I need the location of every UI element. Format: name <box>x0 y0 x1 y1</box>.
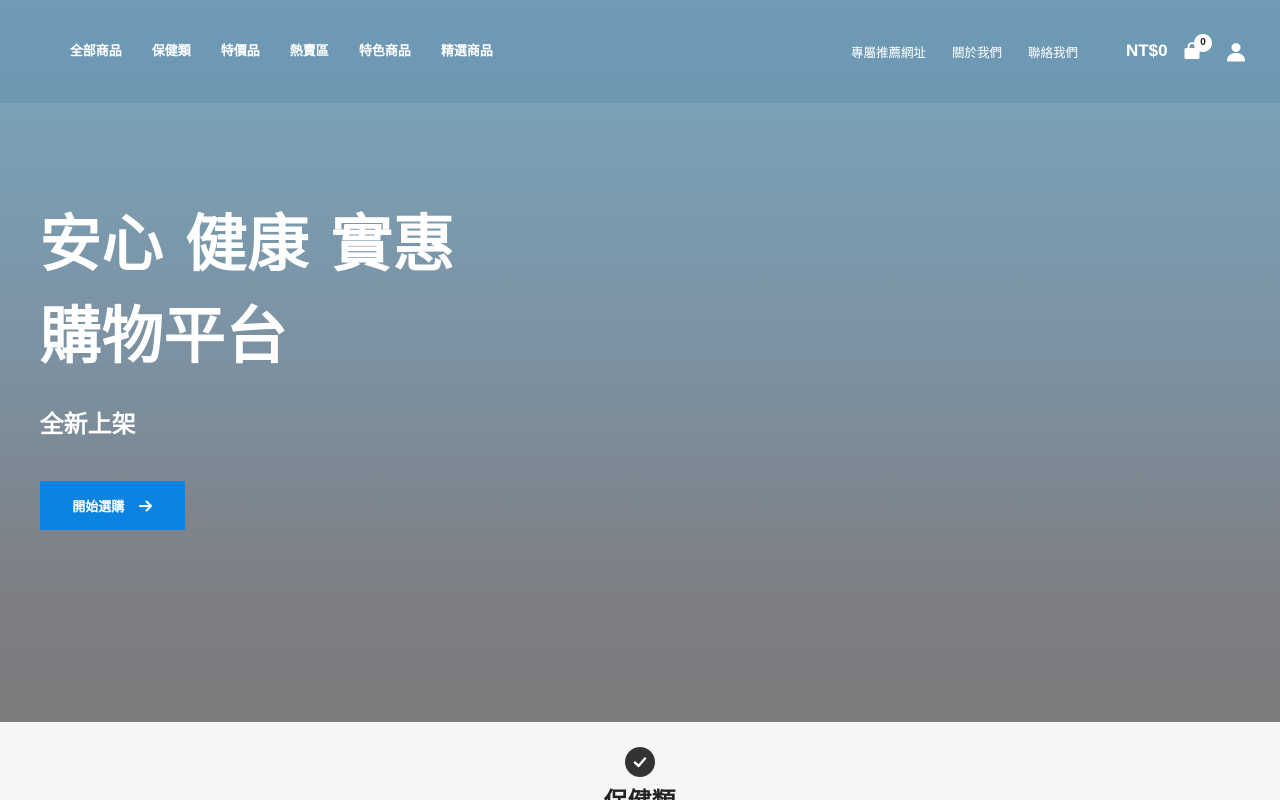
hero-subtitle: 全新上架 <box>40 410 136 438</box>
arrow-right-icon <box>138 500 152 511</box>
start-shopping-button[interactable]: 開始選購 <box>40 481 185 530</box>
user-icon[interactable] <box>1226 42 1246 62</box>
secondary-nav: 專屬推薦網址 關於我們 聯絡我們 <box>851 44 1078 61</box>
nav-health[interactable]: 保健類 <box>152 43 191 61</box>
hero-title: 安心 健康 實惠 購物平台 <box>40 198 740 382</box>
nav-about[interactable]: 關於我們 <box>952 44 1002 61</box>
cart-count-badge: 0 <box>1194 34 1212 52</box>
start-shopping-label: 開始選購 <box>72 500 125 515</box>
section-title: 保健類 <box>540 786 740 800</box>
hero-title-line-1: 安心 健康 實惠 <box>40 207 456 280</box>
nav-best-sellers[interactable]: 熱賣區 <box>290 43 329 61</box>
main-nav: 全部商品 保健類 特價品 熱賣區 特色商品 精選商品 <box>70 43 493 61</box>
nav-referral-link[interactable]: 專屬推薦網址 <box>851 44 926 61</box>
nav-contact[interactable]: 聯絡我們 <box>1028 44 1078 61</box>
check-circle-icon <box>625 747 655 777</box>
cart-total[interactable]: NT$0 <box>1126 41 1168 61</box>
nav-all-products[interactable]: 全部商品 <box>70 43 122 61</box>
nav-specials[interactable]: 特價品 <box>221 43 260 61</box>
site-header: 全部商品 保健類 特價品 熱賣區 特色商品 精選商品 專屬推薦網址 關於我們 聯… <box>0 0 1280 103</box>
nav-selected[interactable]: 精選商品 <box>441 43 493 61</box>
nav-featured[interactable]: 特色商品 <box>359 43 411 61</box>
hero-title-line-2: 購物平台 <box>40 299 289 372</box>
